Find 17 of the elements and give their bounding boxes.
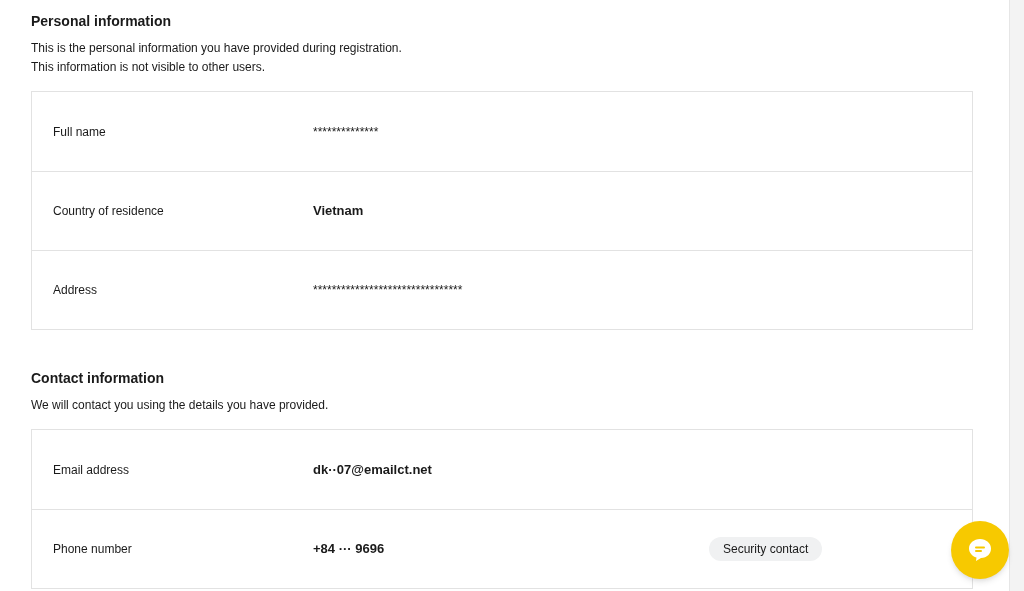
field-value: ************** (313, 123, 380, 141)
field-value: ******************************** (313, 282, 464, 299)
section-description: This is the personal information you have provided during registration. This information is not visible to other users. (31, 40, 403, 76)
field-value: dk··07@emailct.net (313, 460, 433, 479)
chat-button[interactable] (951, 521, 1009, 579)
section-description: We will contact you using the details you have provided. (31, 397, 330, 414)
field-label: Full name (53, 123, 107, 141)
field-label: Country of residence (53, 203, 165, 220)
field-label: Email address (53, 461, 131, 479)
section-title: Contact information (31, 369, 165, 388)
chat-bubble-icon (967, 537, 993, 563)
security-contact-badge: Security contact (709, 537, 823, 561)
section-title: Personal information (31, 12, 173, 31)
field-label: Address (53, 282, 99, 299)
field-value: Vietnam (313, 202, 365, 221)
field-value: +84 ··· 9696 (313, 540, 386, 559)
field-label: Phone number (53, 541, 133, 558)
